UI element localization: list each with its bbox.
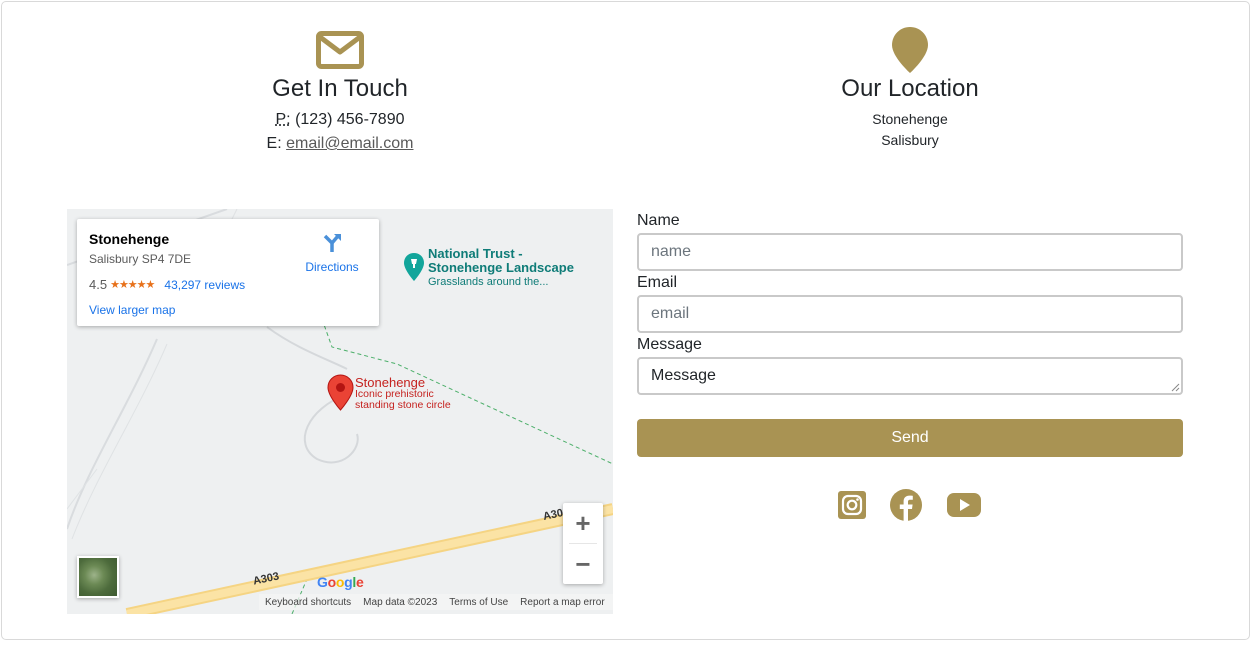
- google-letter: G: [317, 574, 328, 590]
- phone-line: P: (123) 456-7890: [67, 108, 613, 132]
- location-title: Our Location: [841, 75, 979, 102]
- google-map[interactable]: A303 A30 Stonehenge Salisbury SP4 7DE 4.…: [67, 209, 613, 614]
- directions-button[interactable]: Directions: [297, 231, 367, 274]
- stonehenge-desc-line-2: standing stone circle: [355, 399, 451, 411]
- place-rating: 4.5 ★★★★★ 43,297 reviews: [89, 277, 245, 292]
- national-trust-sub: Grasslands around the...: [428, 276, 549, 288]
- directions-icon: [323, 234, 341, 252]
- google-letter: o: [335, 574, 345, 590]
- social-links: [837, 488, 983, 522]
- message-textarea[interactable]: Message: [637, 357, 1183, 395]
- report-map-error-link[interactable]: Report a map error: [514, 597, 610, 608]
- rating-value: 4.5: [89, 277, 108, 292]
- google-logo: Google: [317, 574, 364, 590]
- directions-label: Directions: [305, 260, 359, 274]
- zoom-out-button[interactable]: −: [563, 544, 603, 584]
- youtube-icon: [947, 493, 981, 517]
- google-letter: o: [327, 574, 337, 590]
- satellite-toggle-button[interactable]: [77, 556, 119, 598]
- place-name: Stonehenge: [89, 231, 170, 247]
- reviews-link[interactable]: 43,297 reviews: [164, 278, 245, 292]
- resize-handle-icon[interactable]: [1170, 382, 1180, 392]
- national-trust-label[interactable]: National Trust - Stonehenge Landscape: [428, 247, 574, 275]
- youtube-link[interactable]: [946, 488, 982, 527]
- email-prefix: E:: [266, 135, 282, 152]
- map-data-text: Map data ©2023: [363, 596, 438, 608]
- phone-number: (123) 456-7890: [295, 111, 405, 128]
- place-info-card: Stonehenge Salisbury SP4 7DE 4.5 ★★★★★ 4…: [77, 219, 379, 326]
- stonehenge-marker-icon[interactable]: [327, 374, 354, 411]
- instagram-link[interactable]: [837, 488, 867, 525]
- google-letter: e: [355, 574, 364, 590]
- email-link[interactable]: email@email.com: [286, 135, 413, 152]
- contact-form: Name name Email email Message Message Se…: [637, 209, 1183, 457]
- contact-title: Get In Touch: [272, 75, 408, 102]
- map-attribution-bar: Keyboard shortcuts Map data ©2023 Terms …: [259, 594, 613, 610]
- location-block: Our Location Stonehenge Salisbury: [637, 0, 1183, 151]
- location-line-2: Salisbury: [881, 132, 939, 148]
- name-label: Name: [637, 212, 680, 229]
- message-label: Message: [637, 336, 702, 353]
- zoom-in-button[interactable]: +: [563, 503, 603, 543]
- national-trust-pin-icon[interactable]: [403, 252, 425, 282]
- stonehenge-marker-desc: Iconic prehistoric standing stone circle: [355, 389, 451, 411]
- email-label: Email: [637, 274, 678, 291]
- facebook-icon: [890, 489, 922, 521]
- keyboard-shortcuts-link[interactable]: Keyboard shortcuts: [259, 597, 357, 608]
- terms-of-use-link[interactable]: Terms of Use: [443, 597, 514, 608]
- phone-prefix: P:: [275, 111, 291, 128]
- email-line: E: email@email.com: [67, 132, 613, 156]
- facebook-link[interactable]: [889, 488, 923, 527]
- place-address: Salisbury SP4 7DE: [89, 252, 192, 266]
- name-input[interactable]: name: [637, 233, 1183, 271]
- view-larger-map-link[interactable]: View larger map: [89, 303, 175, 317]
- contact-block: Get In Touch P: (123) 456-7890 E: email@…: [67, 0, 613, 156]
- national-trust-line-2: Stonehenge Landscape: [428, 260, 574, 275]
- map-pin-icon: [892, 27, 928, 73]
- zoom-controls: + −: [563, 503, 603, 584]
- instagram-icon: [838, 491, 866, 519]
- send-button[interactable]: Send: [637, 419, 1183, 457]
- message-field-wrapper: Message: [637, 357, 1183, 395]
- email-input[interactable]: email: [637, 295, 1183, 333]
- national-trust-line-1: National Trust -: [428, 246, 523, 261]
- location-line-1: Stonehenge: [872, 111, 948, 127]
- rating-stars-icon: ★★★★★: [110, 279, 155, 291]
- envelope-icon: [316, 31, 364, 69]
